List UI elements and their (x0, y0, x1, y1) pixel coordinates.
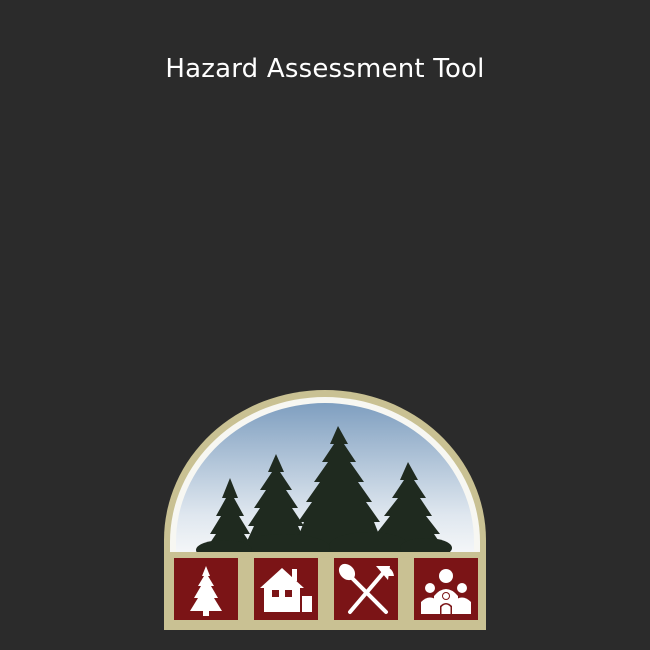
app-logo (164, 390, 486, 630)
splash-screen: Hazard Assessment Tool (0, 0, 650, 650)
house-icon (254, 558, 318, 620)
people-icon (414, 558, 478, 620)
app-title: Hazard Assessment Tool (165, 54, 485, 84)
tree-icon (174, 558, 238, 620)
logo-emblem (164, 390, 486, 630)
shovel-axe-icon (334, 558, 398, 620)
